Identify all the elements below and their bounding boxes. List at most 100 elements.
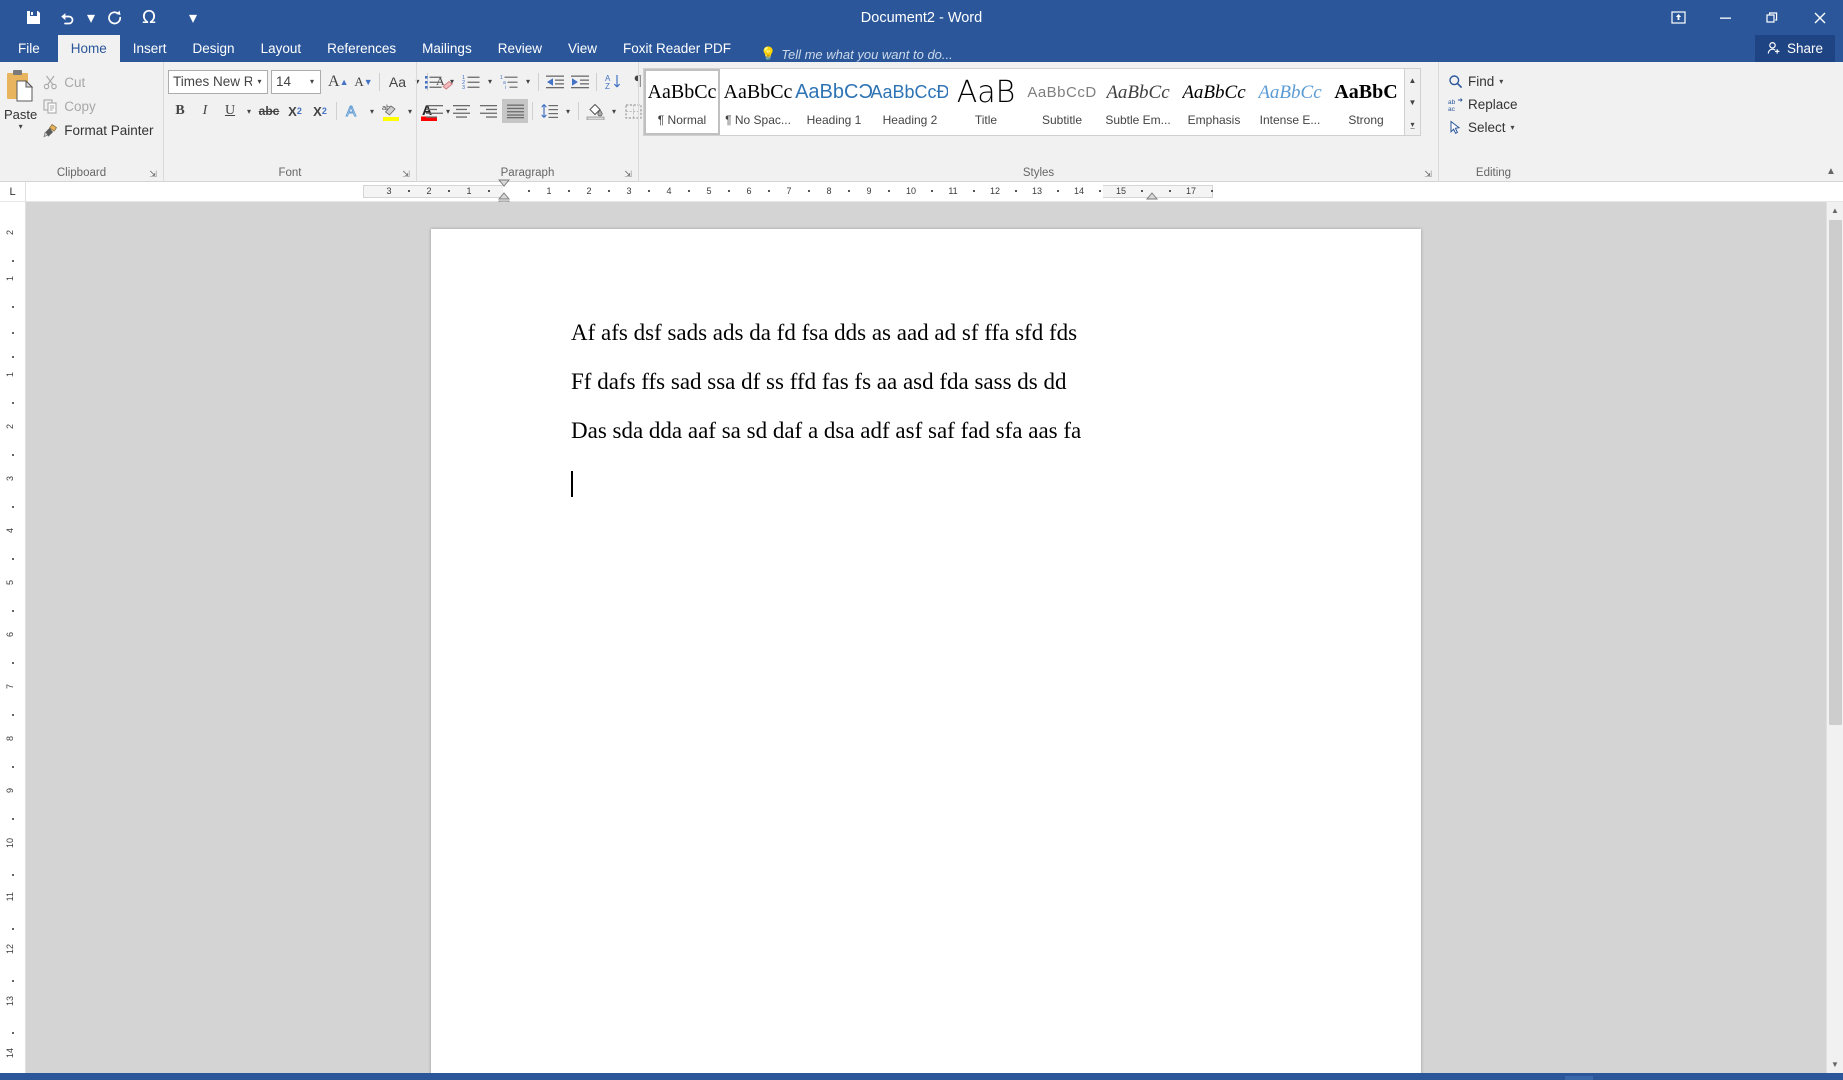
format-painter-button[interactable]: Format Painter: [37, 118, 159, 142]
align-right-button[interactable]: [475, 99, 501, 123]
redo-icon[interactable]: [98, 4, 132, 32]
copy-button[interactable]: Copy: [37, 94, 159, 118]
style-item-subtitle[interactable]: AaBbCcD Subtitle: [1024, 69, 1100, 135]
tab-view[interactable]: View: [555, 35, 610, 62]
style-item-intense-emphasis[interactable]: AaBbCc Intense E...: [1252, 69, 1328, 135]
line-spacing-dropdown-icon[interactable]: ▾: [562, 99, 574, 123]
tell-me-search[interactable]: 💡 Tell me what you want to do...: [760, 46, 953, 62]
tab-design[interactable]: Design: [180, 35, 248, 62]
tab-references[interactable]: References: [314, 35, 409, 62]
tab-mailings[interactable]: Mailings: [409, 35, 485, 62]
vertical-scrollbar[interactable]: ▲ ▼: [1826, 202, 1843, 1073]
undo-dropdown-icon[interactable]: ▾: [84, 4, 98, 32]
font-size-dropdown-icon[interactable]: ▾: [304, 71, 320, 93]
style-item-heading-1[interactable]: AaBbCƆ Heading 1: [796, 69, 872, 135]
tab-stop-selector[interactable]: L: [0, 182, 26, 202]
scrollbar-thumb[interactable]: [1829, 220, 1842, 725]
save-icon[interactable]: [16, 4, 50, 32]
collapse-ribbon-icon[interactable]: ▲: [1823, 163, 1839, 179]
text-highlight-color-button[interactable]: ab: [379, 99, 403, 123]
bullets-dropdown-icon[interactable]: ▾: [446, 70, 458, 94]
line-spacing-button[interactable]: [537, 99, 561, 123]
style-item-heading-2[interactable]: AaBbCcĐ Heading 2: [872, 69, 948, 135]
scroll-up-icon[interactable]: ▲: [1827, 202, 1843, 219]
underline-button[interactable]: U: [218, 99, 242, 123]
change-case-button[interactable]: Aa: [384, 70, 410, 94]
read-mode-button[interactable]: [1535, 1076, 1563, 1080]
increase-indent-button[interactable]: [568, 70, 592, 94]
decrease-indent-button[interactable]: [543, 70, 567, 94]
styles-scrollbar[interactable]: ▲ ▼ ▾̲: [1405, 68, 1421, 136]
tab-file[interactable]: File: [0, 35, 58, 62]
paste-button[interactable]: Paste ▾: [4, 66, 37, 131]
print-layout-button[interactable]: [1565, 1076, 1593, 1080]
bullets-button[interactable]: [421, 70, 445, 94]
style-item-normal[interactable]: AaBbCc ¶ Normal: [644, 69, 720, 135]
text-highlight-dropdown-icon[interactable]: ▾: [404, 99, 416, 123]
find-dropdown-icon[interactable]: ▾: [1499, 77, 1503, 86]
style-item-subtle-emphasis[interactable]: AaBbCc Subtle Em...: [1100, 69, 1176, 135]
align-center-button[interactable]: [448, 99, 474, 123]
omega-icon[interactable]: Ω: [132, 4, 166, 32]
undo-icon[interactable]: [50, 4, 84, 32]
underline-dropdown-icon[interactable]: ▾: [243, 99, 255, 123]
paste-dropdown-icon[interactable]: ▾: [19, 123, 23, 131]
style-item-strong[interactable]: AaBbC Strong: [1328, 69, 1404, 135]
multilevel-list-button[interactable]: 1 a i: [497, 70, 521, 94]
document-canvas[interactable]: Af afs dsf sads ads da fd fsa dds as aad…: [26, 202, 1826, 1073]
restore-icon[interactable]: [1749, 0, 1796, 35]
justify-button[interactable]: [502, 99, 528, 123]
share-button[interactable]: Share: [1755, 35, 1835, 62]
tab-insert[interactable]: Insert: [120, 35, 180, 62]
scroll-down-icon[interactable]: ▼: [1827, 1056, 1843, 1073]
tab-home[interactable]: Home: [58, 35, 120, 62]
clipboard-dialog-launcher[interactable]: ⇲: [147, 168, 159, 180]
grow-font-button[interactable]: A▲: [326, 70, 350, 94]
close-icon[interactable]: [1796, 0, 1843, 35]
styles-more-icon[interactable]: ▾̲: [1405, 113, 1420, 135]
tab-layout[interactable]: Layout: [248, 35, 315, 62]
shading-dropdown-icon[interactable]: ▾: [608, 99, 620, 123]
align-left-button[interactable]: [421, 99, 447, 123]
document-paragraph-2[interactable]: Ff dafs ffs sad ssa df ss ffd fas fs aa …: [571, 370, 1421, 393]
style-item-title[interactable]: AaB Title: [948, 69, 1024, 135]
tab-review[interactable]: Review: [485, 35, 555, 62]
paragraph-dialog-launcher[interactable]: ⇲: [622, 168, 634, 180]
shrink-font-button[interactable]: A▼: [351, 70, 375, 94]
horizontal-ruler[interactable]: 3 2 1 1 2 3 4 5 6 7 8 9 10: [363, 185, 1213, 198]
font-dialog-launcher[interactable]: ⇲: [400, 168, 412, 180]
document-page[interactable]: Af afs dsf sads ads da fd fsa dds as aad…: [431, 229, 1421, 1073]
vertical-ruler[interactable]: 2 1 1 2 3 4 5 6 7 8 9 10 11 12 13 14: [0, 202, 26, 1073]
font-size-combo[interactable]: 14 ▾: [271, 70, 321, 94]
text-effects-button[interactable]: A: [341, 99, 365, 123]
web-layout-button[interactable]: [1595, 1076, 1623, 1080]
minimize-icon[interactable]: [1702, 0, 1749, 35]
shading-button[interactable]: [583, 99, 607, 123]
numbering-dropdown-icon[interactable]: ▾: [484, 70, 496, 94]
strikethrough-button[interactable]: abc: [256, 99, 282, 123]
styles-scroll-up-icon[interactable]: ▲: [1405, 69, 1420, 91]
bold-button[interactable]: B: [168, 99, 192, 123]
styles-scroll-down-icon[interactable]: ▼: [1405, 91, 1420, 113]
customize-quick-access-toolbar-icon[interactable]: ▾: [186, 4, 200, 32]
superscript-button[interactable]: X2: [308, 99, 332, 123]
select-dropdown-icon[interactable]: ▾: [1511, 123, 1515, 132]
font-name-combo[interactable]: Times New R‹ ▾: [168, 70, 268, 94]
italic-button[interactable]: I: [193, 99, 217, 123]
font-name-dropdown-icon[interactable]: ▾: [252, 71, 267, 93]
document-text-area[interactable]: Af afs dsf sads ads da fd fsa dds as aad…: [431, 229, 1421, 497]
document-cursor-line[interactable]: [571, 468, 1421, 497]
style-item-emphasis[interactable]: AaBbCc Emphasis: [1176, 69, 1252, 135]
sort-button[interactable]: A Z: [601, 70, 625, 94]
find-button[interactable]: Find ▾: [1443, 70, 1508, 93]
subscript-button[interactable]: X2: [283, 99, 307, 123]
ribbon-display-options-icon[interactable]: [1655, 0, 1702, 35]
text-effects-dropdown-icon[interactable]: ▾: [366, 99, 378, 123]
select-button[interactable]: Select ▾: [1443, 116, 1520, 139]
document-paragraph-1[interactable]: Af afs dsf sads ads da fd fsa dds as aad…: [571, 321, 1421, 344]
document-paragraph-3[interactable]: Das sda dda aaf sa sd daf a dsa adf asf …: [571, 419, 1421, 442]
tab-foxit-reader-pdf[interactable]: Foxit Reader PDF: [610, 35, 744, 62]
numbering-button[interactable]: 1 2 3: [459, 70, 483, 94]
multilevel-list-dropdown-icon[interactable]: ▾: [522, 70, 534, 94]
cut-button[interactable]: Cut: [37, 70, 159, 94]
